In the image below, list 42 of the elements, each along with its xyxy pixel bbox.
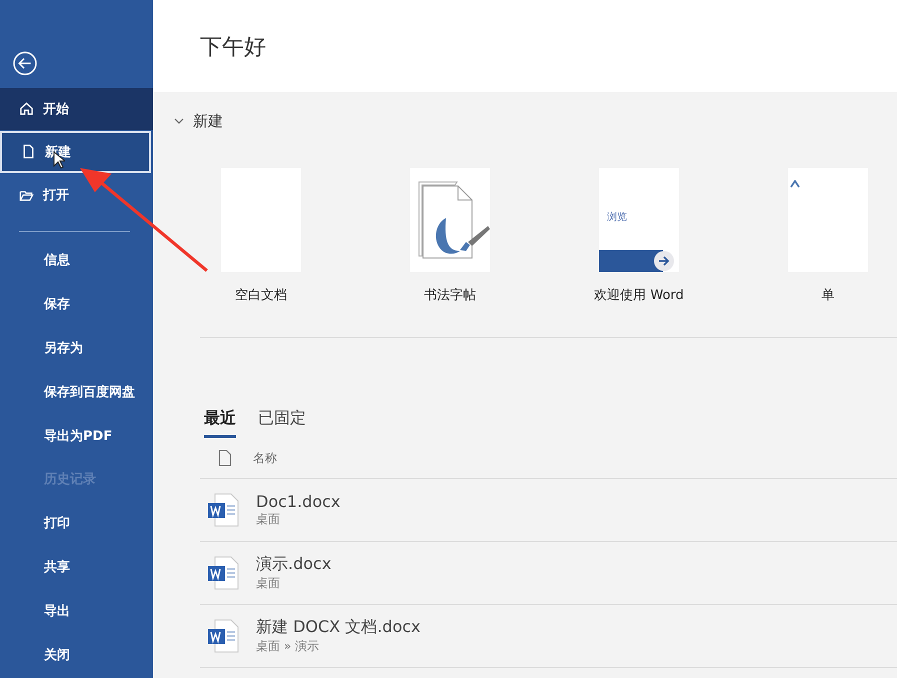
file-path: 桌面 » 演示 <box>256 638 320 655</box>
sidebar-item[interactable]: 信息 <box>0 238 153 282</box>
file-row[interactable]: 演示.docx 桌面 <box>200 542 897 605</box>
word-file-icon <box>207 555 239 591</box>
sidebar-item[interactable]: 保存 <box>0 282 153 326</box>
tab[interactable]: 最近 <box>204 408 236 438</box>
sidebar-item[interactable]: 导出为PDF <box>0 414 153 457</box>
file-name: 新建 DOCX 文档.docx <box>256 617 421 638</box>
tab[interactable]: 已固定 <box>258 408 306 438</box>
thumbnail-text: 浏览 <box>607 210 627 224</box>
template-thumbnail[interactable]: 浏览 <box>599 168 679 272</box>
sidebar-item[interactable]: 保存到百度网盘 <box>0 370 153 414</box>
back-icon[interactable] <box>12 51 38 76</box>
file-name: Doc1.docx <box>256 492 340 511</box>
file-row[interactable]: Doc1.docx 桌面 <box>200 479 897 542</box>
greeting-title: 下午好 <box>200 34 266 62</box>
template-label: 欢迎使用 Word <box>594 287 684 304</box>
sidebar-item[interactable]: 共享 <box>0 546 153 589</box>
document-icon <box>217 449 233 467</box>
file-path: 桌面 <box>256 511 281 528</box>
template-thumbnail[interactable] <box>788 168 868 272</box>
sidebar-item[interactable]: 打印 <box>0 502 153 545</box>
word-file-icon <box>207 618 239 654</box>
home-icon <box>19 101 34 116</box>
caret-icon <box>790 180 800 188</box>
document-icon <box>21 144 36 160</box>
word-file-icon <box>207 492 239 528</box>
file-name: 演示.docx <box>256 554 332 575</box>
sidebar-item[interactable]: 开始 <box>0 88 153 130</box>
sidebar-item[interactable]: 打开 <box>0 174 153 216</box>
sidebar-item[interactable]: 另存为 <box>0 326 153 370</box>
column-header: 名称 <box>253 450 277 466</box>
banner-bar <box>599 250 663 272</box>
section-title: 新建 <box>193 112 223 130</box>
sidebar-item[interactable]: 关闭 <box>0 634 153 677</box>
template-label: 书法字帖 <box>424 287 476 304</box>
template-label: 单 <box>822 287 834 304</box>
template-thumbnail[interactable] <box>410 168 490 272</box>
file-row[interactable]: 新建 DOCX 文档.docx 桌面 » 演示 <box>200 605 897 668</box>
file-path: 桌面 <box>256 575 281 592</box>
template-label: 空白文档 <box>235 287 287 304</box>
sidebar-item[interactable]: 导出 <box>0 590 153 633</box>
